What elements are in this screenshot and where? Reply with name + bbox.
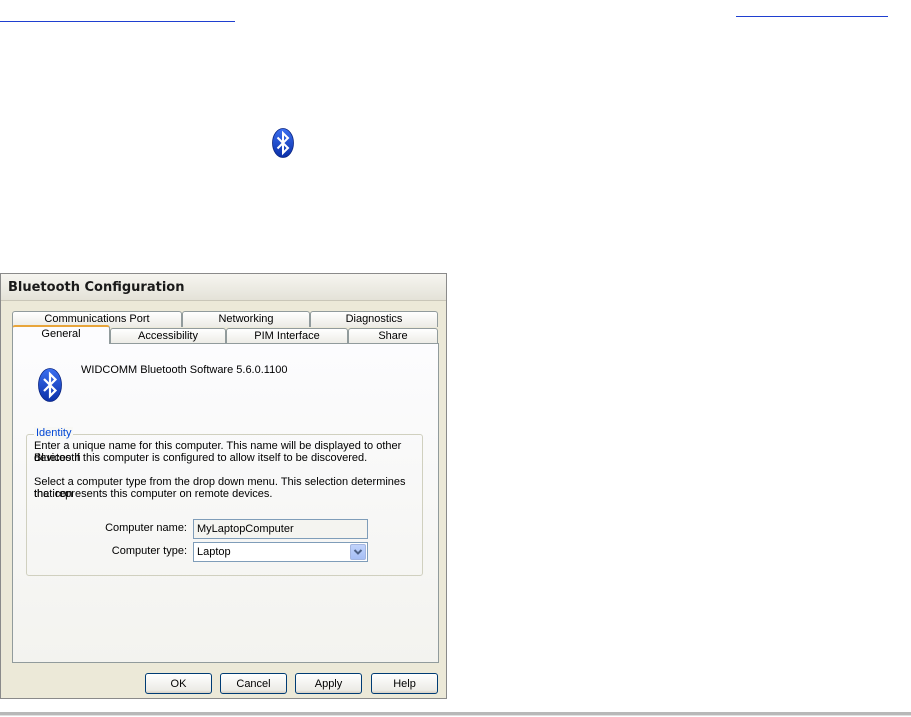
computer-name-input[interactable] (193, 519, 368, 539)
tab-share[interactable]: Share (348, 328, 438, 344)
dialog-titlebar[interactable]: Bluetooth Configuration (1, 274, 446, 301)
dialog-title: Bluetooth Configuration (8, 280, 185, 295)
software-version-text: WIDCOMM Bluetooth Software 5.6.0.1100 (81, 364, 288, 376)
tab-networking[interactable]: Networking (182, 311, 310, 327)
chevron-down-icon[interactable] (350, 544, 366, 560)
tab-accessibility[interactable]: Accessibility (110, 328, 226, 344)
computer-type-select[interactable]: Laptop (193, 542, 368, 562)
ok-button[interactable]: OK (145, 673, 212, 694)
bluetooth-configuration-dialog: Bluetooth Configuration Communications P… (0, 273, 447, 699)
computer-type-description-line2: that represents this computer on remote … (34, 488, 273, 500)
identity-groupbox: Identity Enter a unique name for this co… (26, 427, 423, 576)
page-divider (0, 712, 911, 716)
identity-legend: Identity (34, 427, 74, 439)
tab-general[interactable]: General (12, 325, 110, 344)
computer-name-label: Computer name: (105, 522, 187, 534)
bluetooth-icon (272, 128, 294, 158)
page-link-underline-left[interactable] (0, 21, 235, 22)
general-tab-panel: WIDCOMM Bluetooth Software 5.6.0.1100 Id… (12, 343, 439, 663)
page-link-underline-right[interactable] (736, 16, 888, 17)
help-button[interactable]: Help (371, 673, 438, 694)
tab-pim-interface[interactable]: PIM Interface (226, 328, 348, 344)
computer-type-value: Laptop (197, 546, 231, 558)
bluetooth-icon (38, 368, 62, 402)
computer-type-label: Computer type: (111, 545, 187, 557)
apply-button[interactable]: Apply (295, 673, 362, 694)
tab-diagnostics[interactable]: Diagnostics (310, 311, 438, 327)
identity-description-line2: devices if this computer is configured t… (34, 452, 368, 464)
cancel-button[interactable]: Cancel (220, 673, 287, 694)
